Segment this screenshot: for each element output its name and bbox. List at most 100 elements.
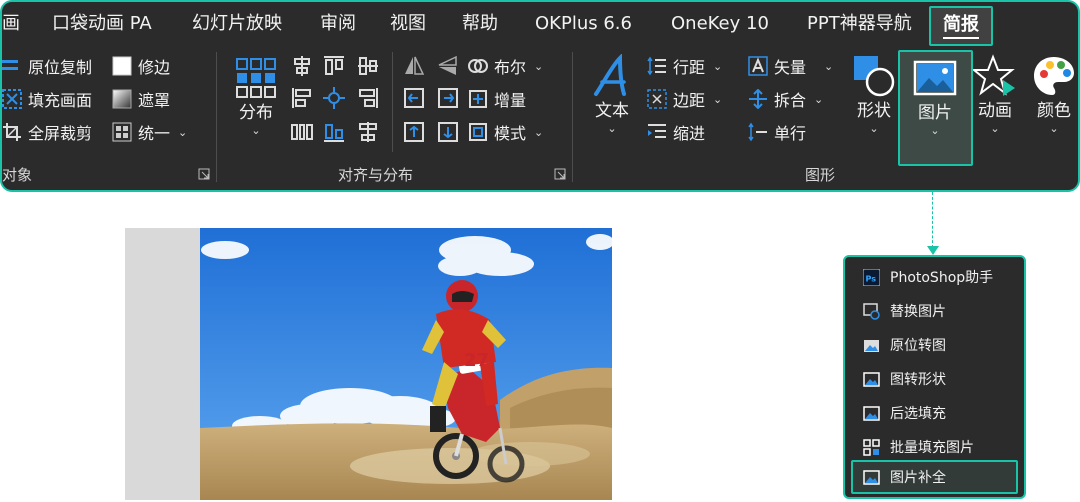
increment-label: 增量 bbox=[494, 91, 527, 110]
mask-label: 遮罩 bbox=[138, 91, 171, 110]
picture-label: 图片 bbox=[918, 103, 952, 123]
menu-item-label: 原位转图 bbox=[890, 338, 946, 354]
flip-horizontal-icon[interactable] bbox=[402, 54, 426, 78]
tab-help[interactable]: 帮助 bbox=[462, 11, 498, 37]
mask-button[interactable]: 遮罩 bbox=[112, 85, 170, 113]
split-merge-button[interactable]: 拆合 ⌄ bbox=[748, 85, 823, 113]
motocross-photo[interactable]: 27 bbox=[200, 228, 612, 500]
flip-vertical-icon[interactable] bbox=[436, 54, 460, 78]
copy-in-place-label: 原位复制 bbox=[28, 58, 93, 77]
dialog-launcher-icon[interactable] bbox=[198, 168, 210, 180]
increment-icon bbox=[469, 90, 487, 108]
menu-item-batch-fill-pictures[interactable]: 批量填充图片 bbox=[851, 432, 1018, 462]
chevron-down-icon: ⌄ bbox=[814, 92, 824, 106]
tab-onekey[interactable]: OneKey 10 bbox=[671, 11, 769, 37]
increment-button[interactable]: 增量 bbox=[468, 85, 526, 113]
tab-review[interactable]: 审阅 bbox=[320, 11, 356, 37]
tab-okplus[interactable]: OKPlus 6.6 bbox=[535, 11, 632, 37]
align-bottom-icon[interactable] bbox=[322, 120, 346, 144]
chevron-down-icon: ⌄ bbox=[990, 122, 1000, 135]
align-center-icon[interactable] bbox=[322, 86, 346, 110]
text-a-icon bbox=[594, 54, 626, 96]
move-right-icon[interactable] bbox=[436, 86, 460, 110]
margin-label: 边距 bbox=[673, 91, 706, 110]
align-middle-vertical-icon[interactable] bbox=[356, 54, 380, 78]
mode-button[interactable]: 模式 ⌄ bbox=[468, 118, 543, 146]
copy-in-place-icon bbox=[2, 60, 18, 70]
copy-in-place-button[interactable]: 原位复制 bbox=[2, 52, 92, 80]
menu-item-post-select-fill[interactable]: 后选填充 bbox=[851, 398, 1018, 428]
align-top-icon[interactable] bbox=[322, 54, 346, 78]
menu-item-label: 批量填充图片 bbox=[890, 440, 974, 456]
trim-edges-button[interactable]: 修边 bbox=[112, 52, 170, 80]
boolean-icon bbox=[468, 59, 488, 73]
align-center-horizontal-icon[interactable] bbox=[290, 54, 314, 78]
unify-button[interactable]: 统一 ⌄ bbox=[112, 118, 187, 146]
move-left-icon[interactable] bbox=[402, 86, 426, 110]
unify-grid-icon bbox=[112, 122, 132, 142]
batch-fill-icon bbox=[863, 438, 880, 456]
split-merge-icon bbox=[749, 89, 767, 109]
fullscreen-crop-button[interactable]: 全屏裁剪 bbox=[2, 118, 92, 146]
menu-item-picture-to-shape[interactable]: 图转形状 bbox=[851, 364, 1018, 394]
animation-star-icon bbox=[973, 54, 1015, 96]
vector-button[interactable]: 矢量 ⌄ bbox=[748, 52, 833, 80]
group-label-shape: 图形 bbox=[805, 166, 836, 184]
menu-item-replace-picture[interactable]: 替换图片 bbox=[851, 296, 1018, 326]
color-button[interactable]: 颜色 ⌄ bbox=[1032, 54, 1076, 136]
single-line-button[interactable]: 单行 bbox=[748, 118, 806, 146]
indent-icon bbox=[648, 124, 666, 138]
menu-item-label: 图片补全 bbox=[890, 470, 946, 486]
shape-button[interactable]: 形状 ⌄ bbox=[852, 54, 896, 136]
tab-slideshow[interactable]: 幻灯片放映 bbox=[192, 11, 282, 37]
indent-button[interactable]: 缩进 bbox=[647, 118, 705, 146]
shape-label: 形状 bbox=[857, 101, 891, 121]
menu-item-convert-in-place[interactable]: 原位转图 bbox=[851, 330, 1018, 360]
menu-item-photoshop-helper[interactable]: Ps PhotoShop助手 bbox=[851, 262, 1018, 292]
line-spacing-button[interactable]: 行距 ⌄ bbox=[647, 52, 722, 80]
picture-button[interactable]: 图片 ⌄ bbox=[898, 50, 973, 166]
animation-button[interactable]: 动画 ⌄ bbox=[973, 54, 1017, 136]
boolean-button[interactable]: 布尔 ⌄ bbox=[468, 52, 543, 80]
menu-item-label: 替换图片 bbox=[890, 304, 946, 320]
distribute-vertical-icon[interactable] bbox=[356, 120, 380, 144]
connector-line bbox=[932, 192, 933, 248]
fill-slide-button[interactable]: 填充画面 bbox=[2, 85, 92, 113]
tab-pocket-animation[interactable]: 口袋动画 PA bbox=[52, 11, 152, 37]
tab-draw[interactable]: 画 bbox=[2, 11, 20, 37]
chevron-down-icon: ⌄ bbox=[713, 92, 723, 106]
margin-button[interactable]: 边距 ⌄ bbox=[647, 85, 722, 113]
distribute-horizontal-icon[interactable] bbox=[290, 120, 314, 144]
picture-complete-icon bbox=[863, 469, 880, 485]
tab-view[interactable]: 视图 bbox=[390, 11, 426, 37]
chevron-down-icon: ⌄ bbox=[824, 59, 834, 73]
move-up-icon[interactable] bbox=[402, 120, 426, 144]
align-right-icon[interactable] bbox=[356, 86, 380, 110]
distribute-label: 分布 bbox=[239, 103, 273, 123]
distribute-button[interactable]: 分布 ⌄ bbox=[234, 56, 278, 138]
tab-briefing[interactable]: 简报 bbox=[929, 6, 993, 46]
distribute-grid-icon bbox=[236, 58, 276, 98]
color-palette-icon bbox=[1034, 57, 1074, 95]
single-line-icon bbox=[748, 122, 767, 142]
text-button[interactable]: 文本 ⌄ bbox=[590, 54, 634, 136]
picture-icon bbox=[913, 60, 957, 96]
crop-icon bbox=[3, 123, 21, 141]
trim-edges-label: 修边 bbox=[138, 58, 171, 77]
shape-icon bbox=[854, 56, 895, 97]
chevron-down-icon: ⌄ bbox=[1049, 122, 1059, 135]
tab-ppt-navigator[interactable]: PPT神器导航 bbox=[807, 11, 912, 37]
chevron-down-icon: ⌄ bbox=[251, 124, 261, 137]
bib-number: 27 bbox=[464, 350, 489, 371]
group-separator bbox=[392, 52, 393, 152]
slide-image-frame: 27 bbox=[125, 228, 612, 500]
fullscreen-crop-label: 全屏裁剪 bbox=[28, 124, 93, 143]
tab-bar: 画 口袋动画 PA 幻灯片放映 审阅 视图 帮助 OKPlus 6.6 OneK… bbox=[2, 2, 1078, 46]
align-left-icon[interactable] bbox=[290, 86, 314, 110]
menu-item-picture-complete[interactable]: 图片补全 bbox=[851, 460, 1018, 494]
move-down-icon[interactable] bbox=[436, 120, 460, 144]
convert-to-picture-icon bbox=[864, 339, 879, 352]
dialog-launcher-icon[interactable] bbox=[554, 168, 566, 180]
split-merge-label: 拆合 bbox=[774, 91, 807, 110]
chevron-down-icon: ⌄ bbox=[534, 125, 544, 139]
